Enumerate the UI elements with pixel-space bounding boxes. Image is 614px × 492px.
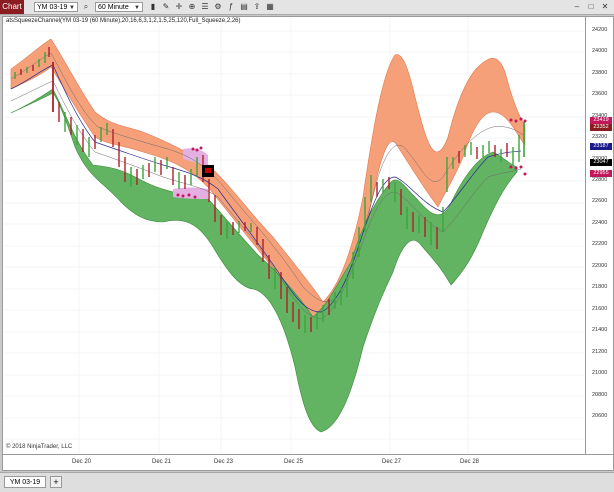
instrument-tab[interactable]: YM 03-19 [4,476,46,488]
price-label-last: 23047 [590,159,612,166]
price-label-band: 23352 [590,124,612,131]
y-tick: 23600 [592,91,608,97]
chart-toolbar: Chart YM 03-19 ▼ ⌕ 60 Minute ▼ ▮ ✎ ✛ ⊕ ☰… [0,0,614,15]
close-icon[interactable]: ✕ [600,2,610,12]
time-axis[interactable] [2,455,614,471]
x-tick: Dec 23 [214,459,234,465]
pencil-icon[interactable]: ✎ [161,2,171,12]
lower-band-fill [10,88,518,433]
chart-plot-area[interactable] [2,16,586,455]
y-tick: 22200 [592,241,608,247]
y-tick: 21800 [592,284,608,290]
y-tick: 24000 [592,48,608,54]
y-tick: 23800 [592,70,608,76]
instrument-value: YM 03-19 [37,4,68,11]
y-tick: 22400 [592,220,608,226]
price-label-upper: 23419 [590,117,612,124]
crosshair-icon[interactable]: ✛ [174,2,184,12]
price-label-center: 23187 [590,143,612,150]
copyright-text: © 2018 NinjaTrader, LLC [6,444,73,450]
indicators-icon[interactable]: ƒ [226,2,236,12]
y-tick: 24200 [592,27,608,33]
strategy-icon[interactable]: ⚙ [213,2,223,12]
layout-icon[interactable]: ▦ [265,2,275,12]
y-tick: 22000 [592,263,608,269]
y-tick: 22600 [592,198,608,204]
x-tick: Dec 21 [152,459,172,465]
x-tick: Dec 28 [460,459,480,465]
instrument-selector[interactable]: YM 03-19 ▼ [34,2,78,12]
search-icon[interactable]: ⌕ [81,2,91,12]
template-icon[interactable]: ▤ [239,2,249,12]
price-chart [3,17,585,454]
y-tick: 22800 [592,177,608,183]
y-tick: 21400 [592,327,608,333]
x-tick: Dec 25 [284,459,304,465]
y-tick: 20600 [592,413,608,419]
chart-tab-bar: YM 03-19 + [0,472,614,492]
chevron-down-icon: ▼ [69,5,75,11]
indicator-label: atsSqueezeChannel(YM 03-19 (60 Minute),2… [6,18,241,24]
x-tick: Dec 20 [72,459,92,465]
signal-marker-icon[interactable] [202,165,214,177]
bar-style-icon[interactable]: ▮ [148,2,158,12]
minimize-icon[interactable]: – [572,2,582,12]
x-tick: Dec 27 [382,459,402,465]
y-tick: 23200 [592,134,608,140]
interval-selector[interactable]: 60 Minute ▼ [95,2,143,12]
share-icon[interactable]: ⇪ [252,2,262,12]
interval-value: 60 Minute [98,4,129,11]
chart-tab[interactable]: Chart [0,0,24,14]
y-tick: 21600 [592,306,608,312]
y-tick: 21000 [592,370,608,376]
chevron-down-icon: ▼ [134,5,140,11]
price-axis[interactable] [586,16,614,455]
properties-icon[interactable]: ☰ [200,2,210,12]
add-tab-button[interactable]: + [50,476,62,488]
y-tick: 20800 [592,392,608,398]
price-label-lower: 22955 [590,170,612,177]
y-tick: 21200 [592,349,608,355]
zoom-icon[interactable]: ⊕ [187,2,197,12]
maximize-icon[interactable]: □ [586,2,596,12]
